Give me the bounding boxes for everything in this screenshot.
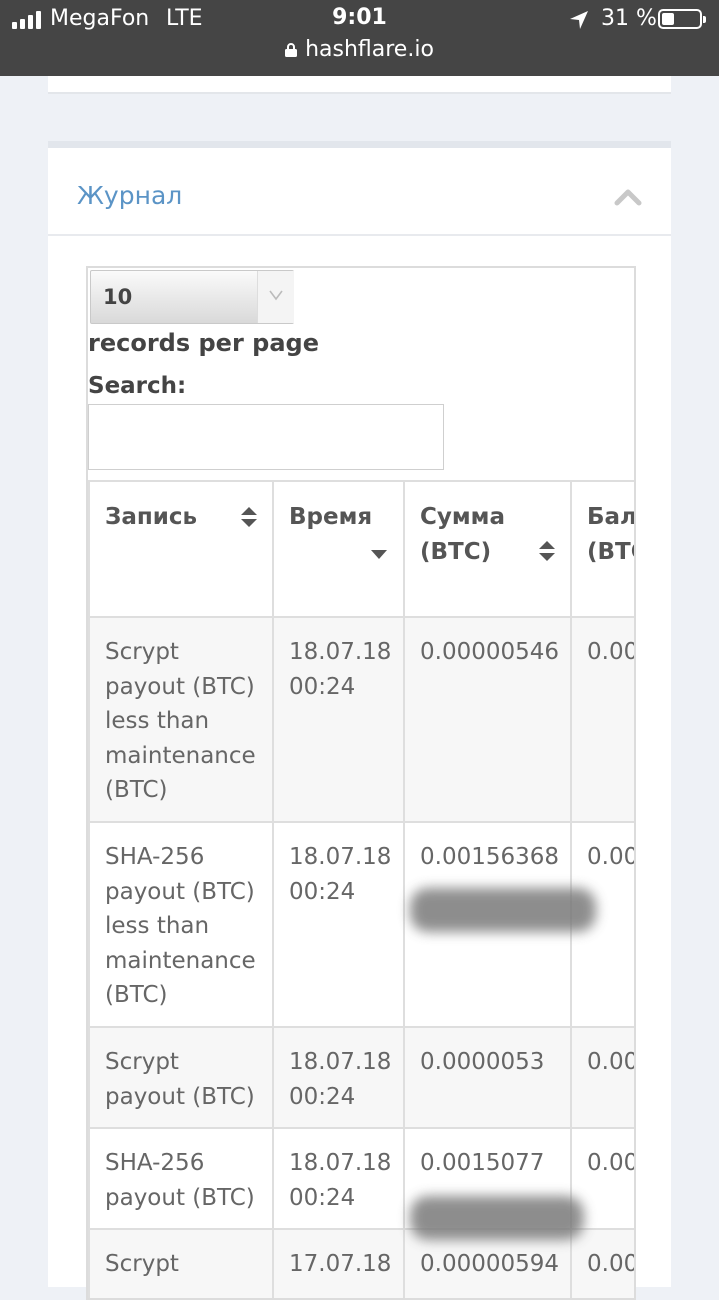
time-cell: 18.07.18 00:24: [272, 1127, 405, 1230]
time-cell: 18.07.18 00:24: [272, 1026, 405, 1129]
balance-cell: 0.00: [570, 616, 634, 823]
balance-cell: 0.00: [570, 1026, 634, 1129]
journal-panel: Журнал 10 records per page Search: Запис…: [48, 141, 671, 1300]
column-header-amount[interactable]: Сумма (BTC): [403, 480, 572, 618]
battery-percent: 31 %: [601, 6, 657, 31]
address-bar[interactable]: hashflare.io: [0, 37, 719, 62]
table-header-row: Запись Время Сумма (BTC) Бал (BT: [88, 480, 634, 618]
datatable: 10 records per page Search: Запись Время…: [86, 266, 636, 1300]
amount-cell: 0.00000546: [403, 616, 572, 823]
sort-both-icon: [539, 541, 555, 561]
entry-cell: Scrypt: [88, 1228, 274, 1298]
balance-cell: 0.00: [570, 1228, 634, 1298]
redaction-blur: [410, 1196, 584, 1240]
time-cell: 18.07.18 00:24: [272, 616, 405, 823]
entry-cell: SHA-256 payout (BTC): [88, 1127, 274, 1230]
previous-panel: [48, 76, 671, 94]
column-header-time[interactable]: Время: [272, 480, 405, 618]
entry-cell: SHA-256 payout (BTC) less than maintenan…: [88, 821, 274, 1028]
battery-icon: [658, 9, 706, 29]
page-length-label: records per page: [88, 329, 319, 357]
panel-title: Журнал: [77, 181, 183, 210]
time-cell: 17.07.18: [272, 1228, 405, 1298]
status-bar: MegaFon LTE 9:01 31 % hashflare.io: [0, 0, 719, 76]
entry-cell: Scrypt payout (BTC) less than maintenanc…: [88, 616, 274, 823]
lock-icon: [285, 43, 298, 57]
search-label: Search:: [88, 373, 187, 399]
page-length-value: 10: [103, 285, 133, 309]
location-arrow-icon: [570, 11, 588, 29]
search-input[interactable]: [88, 404, 444, 470]
redaction-blur: [410, 888, 596, 932]
chevron-down-icon: [257, 271, 294, 323]
column-header-entry[interactable]: Запись: [88, 480, 274, 618]
table-row: Scrypt payout (BTC) less than maintenanc…: [88, 616, 634, 823]
sort-desc-icon: [371, 550, 387, 559]
amount-cell: 0.0000053: [403, 1026, 572, 1129]
entry-cell: Scrypt payout (BTC): [88, 1026, 274, 1129]
time-cell: 18.07.18 00:24: [272, 821, 405, 1028]
table-row: Scrypt payout (BTC) 18.07.18 00:24 0.00000…: [88, 1026, 634, 1129]
journal-panel-header[interactable]: Журнал: [48, 148, 671, 236]
url-text: hashflare.io: [305, 37, 434, 62]
column-header-balance[interactable]: Бал (BTC: [570, 480, 634, 618]
sort-both-icon: [241, 507, 257, 527]
page-length-select[interactable]: 10: [90, 270, 294, 324]
chevron-up-icon[interactable]: [614, 188, 642, 206]
